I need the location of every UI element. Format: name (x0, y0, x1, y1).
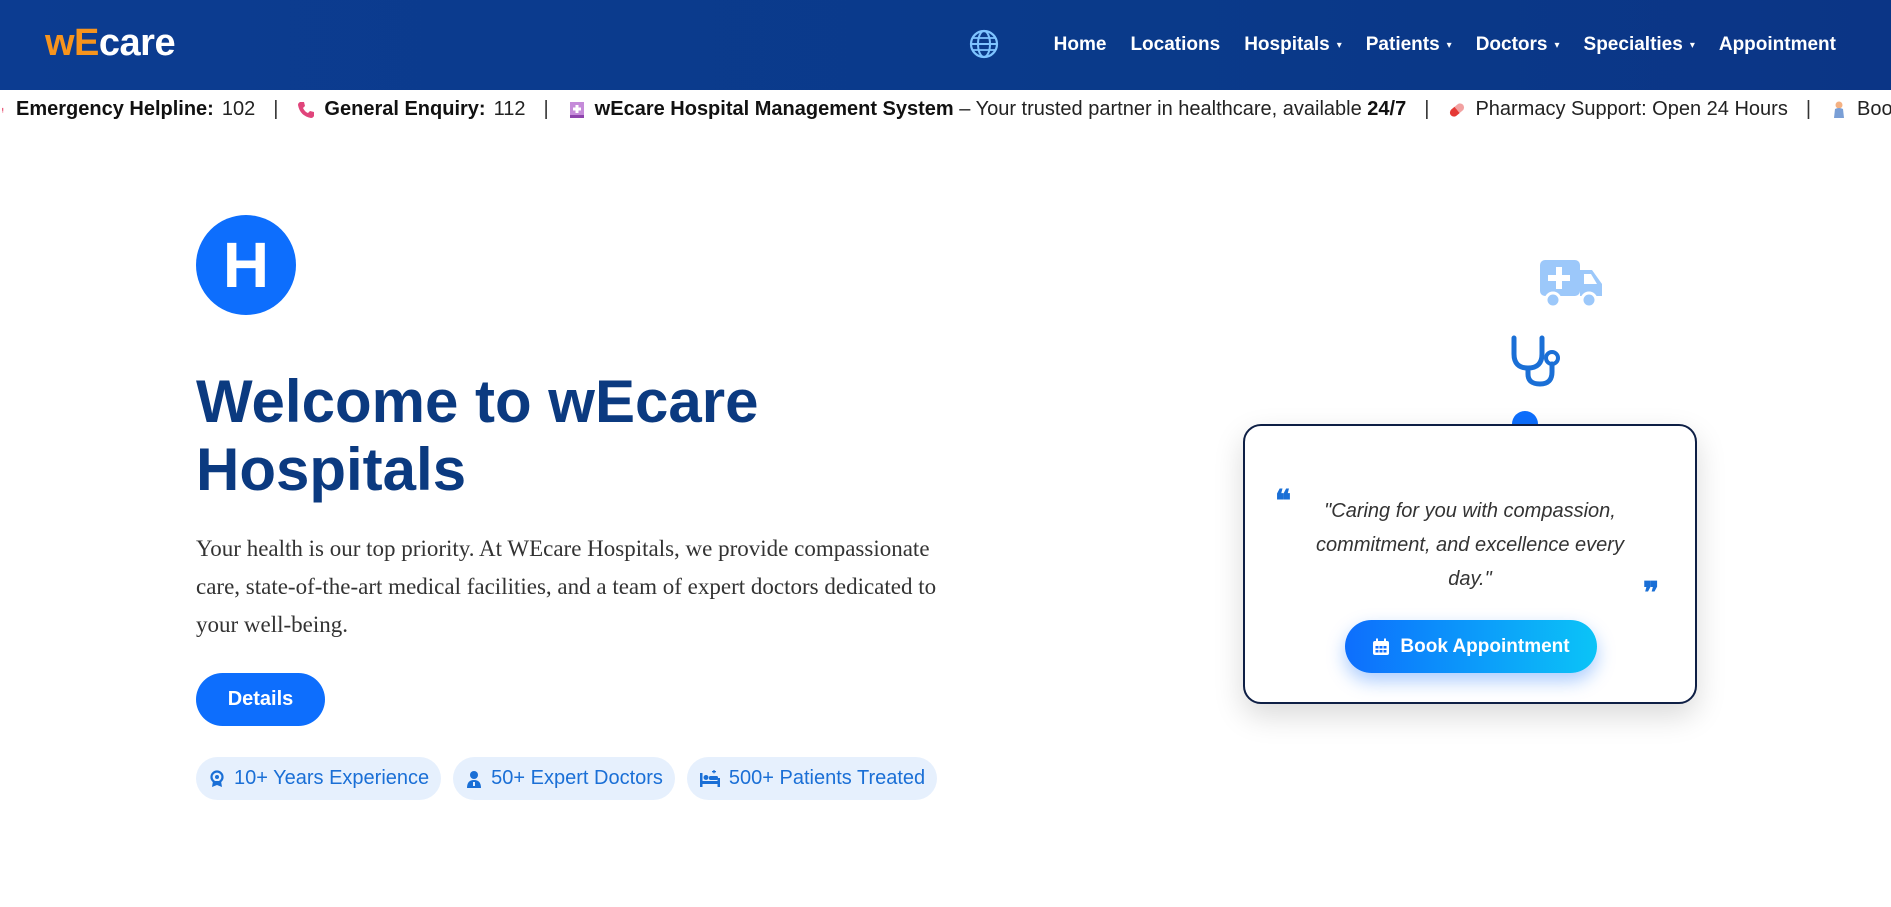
ticker-item-book: Book a (1829, 98, 1891, 121)
system-availability: 24/7 (1367, 98, 1407, 120)
nav-locations[interactable]: Locations (1118, 34, 1232, 56)
bed-icon (699, 769, 720, 787)
brand-part-we: wE (45, 22, 99, 64)
nav-patients[interactable]: Patients ▾ (1354, 34, 1464, 56)
ambulance-icon (1540, 260, 1602, 309)
nav-home-label: Home (1053, 34, 1107, 55)
ticker-separator: | (543, 98, 549, 120)
nav-hospitals-label: Hospitals (1244, 34, 1330, 55)
nav-doctors-label: Doctors (1475, 34, 1548, 55)
calendar-icon (1373, 638, 1390, 655)
badge-patients: 500+ Patients Treated (686, 757, 938, 800)
navbar: wEcare Home Locations Hospitals ▾ Patient… (0, 0, 1891, 90)
book-appointment-button[interactable]: Book Appointment (1345, 620, 1597, 673)
chevron-down-icon: ▾ (1689, 39, 1695, 51)
ticker-separator: | (1805, 98, 1812, 120)
ticker-item-pharmacy: Pharmacy Support: Open 24 Hours (1447, 98, 1788, 121)
nav-home[interactable]: Home (1042, 34, 1119, 56)
nav-appointment[interactable]: Appointment (1707, 34, 1848, 56)
stethoscope-icon (1511, 335, 1560, 387)
badge-patients-label: 500+ Patients Treated (728, 767, 926, 789)
details-button[interactable]: Details (196, 673, 325, 726)
quote-close-icon: ❞ (1643, 576, 1660, 611)
enquiry-number: 112 (493, 98, 526, 120)
brand-logo[interactable]: wEcare (45, 22, 176, 65)
quote-open-icon: ❝ (1275, 484, 1292, 519)
nav-appointment-label: Appointment (1718, 34, 1836, 55)
brand-part-care: care (98, 22, 176, 64)
person-icon (1834, 101, 1845, 118)
ticker-track: Emergency Helpline: 102 | General Enquir… (2, 98, 1891, 121)
pill-icon (1450, 102, 1465, 117)
system-name: wEcare Hospital Management System (594, 98, 954, 120)
announcement-ticker: Emergency Helpline: 102 | General Enquir… (0, 90, 1891, 130)
quote-text: "Caring for you with compassion, commitm… (1316, 500, 1624, 590)
logo-letter: H (222, 229, 270, 301)
nav-locations-label: Locations (1130, 34, 1221, 55)
quote-card: ❝ "Caring for you with compassion, commi… (1243, 424, 1697, 704)
globe-icon[interactable] (968, 28, 1000, 60)
award-icon (210, 769, 224, 787)
hero-title: Welcome to wEcare Hospitals (196, 368, 759, 503)
nav-hospitals[interactable]: Hospitals ▾ (1232, 34, 1354, 56)
badge-doctors-label: 50+ Expert Doctors (491, 767, 663, 789)
badge-experience-label: 10+ Years Experience (234, 767, 430, 789)
nav-specialties[interactable]: Specialties ▾ (1572, 34, 1707, 56)
ticker-separator: | (1424, 98, 1430, 120)
enquiry-label: General Enquiry: (324, 98, 486, 120)
hospital-icon (569, 101, 584, 118)
emergency-number: 102 (221, 98, 256, 120)
ticker-item-system: wEcare Hospital Management System – Your… (567, 98, 1407, 121)
doctor-icon (467, 770, 482, 788)
hero-description: Your health is our top priority. At WEca… (196, 536, 937, 637)
exclamation-icon (2, 107, 4, 112)
ticker-item-emergency: Emergency Helpline: 102 (2, 98, 255, 121)
book-text: Book a (1857, 98, 1891, 120)
badge-doctors: 50+ Expert Doctors (453, 757, 675, 800)
ticker-separator: | (273, 98, 279, 120)
nav-specialties-label: Specialties (1583, 34, 1683, 55)
chevron-down-icon: ▾ (1446, 39, 1452, 51)
book-appointment-label: Book Appointment (1400, 635, 1570, 657)
nav-patients-label: Patients (1365, 34, 1440, 55)
pharmacy-text: Pharmacy Support: Open 24 Hours (1475, 98, 1788, 120)
hospital-h-logo: H (196, 215, 296, 315)
nav-doctors[interactable]: Doctors ▾ (1464, 34, 1572, 56)
chevron-down-icon: ▾ (1336, 39, 1342, 51)
emergency-label: Emergency Helpline: (16, 98, 214, 120)
chevron-down-icon: ▾ (1554, 39, 1560, 51)
main-nav: Home Locations Hospitals ▾ Patients ▾ Doct… (1042, 0, 1848, 90)
stats-badges: 10+ Years Experience 50+ Expert Doctors … (196, 757, 938, 800)
system-tagline: – Your trusted partner in healthcare, av… (953, 98, 1368, 120)
phone-icon (298, 101, 315, 118)
ticker-item-enquiry: General Enquiry: 112 (296, 98, 525, 121)
badge-experience: 10+ Years Experience (196, 757, 442, 800)
